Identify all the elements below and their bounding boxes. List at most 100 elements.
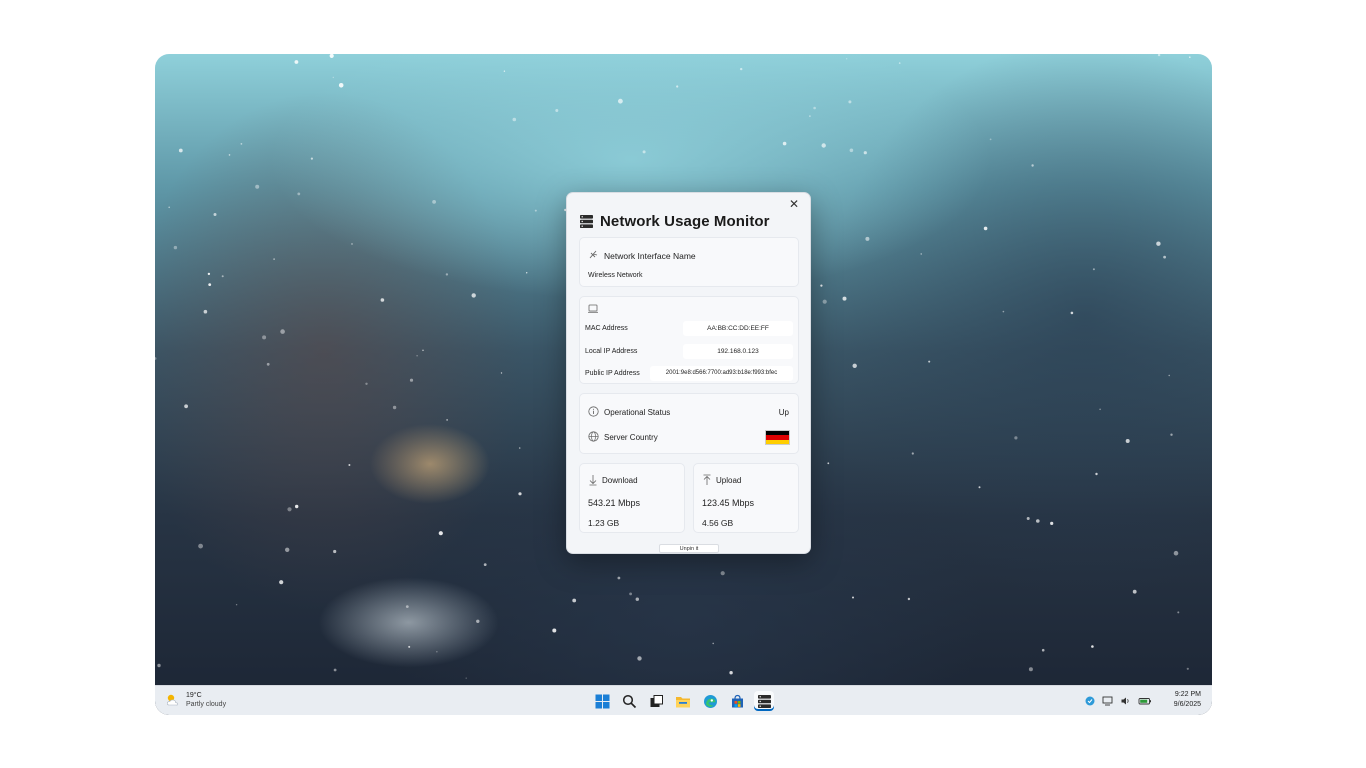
snowflake [416,355,418,357]
snowflake [820,284,823,287]
snowflake [432,200,436,204]
snowflake [221,275,224,278]
clock[interactable]: 9:22 PM 9/6/2025 [1174,690,1201,710]
window-title: Network Usage Monitor [600,213,770,230]
snowflake [503,70,506,72]
snowflake [392,405,397,410]
snowflake [1091,645,1094,648]
info-icon [588,406,599,417]
arrow-down-icon [589,475,597,486]
snowflake [297,192,301,196]
snowflake [1189,56,1191,58]
snowflake [280,329,285,334]
network-icon[interactable] [1102,695,1114,707]
snowflake [1125,439,1130,443]
network-monitor-button[interactable] [754,691,774,711]
snowflake [852,596,854,599]
download-rate: 543.21 Mbps [588,498,641,508]
snowflake [173,245,178,250]
start-button[interactable] [592,691,612,711]
snowflake [338,83,344,88]
snowflake [262,335,267,340]
taskbar: 19°C Partly cloudy 9:22 PM 9/6/2025 [155,685,1212,715]
snowflake [422,349,424,352]
snowflake [617,576,621,580]
snowflake [203,309,208,314]
window-title-bar: Network Usage Monitor [579,213,770,230]
snowflake [813,106,816,110]
snowflake [1002,310,1005,313]
snowflake [676,85,679,88]
globe-icon [588,431,599,442]
search-icon [622,694,636,708]
snowflake [911,452,914,455]
snowflake [1168,374,1170,377]
snowflake [1186,667,1189,670]
taskbar-apps [592,691,774,711]
snowflake [348,464,351,466]
snowflake [809,115,811,117]
snowflake [178,148,183,153]
volume-icon[interactable] [1120,695,1132,707]
security-icon[interactable] [1084,695,1096,707]
snowflake [729,671,733,675]
operational-status-label: Operational Status [604,408,671,417]
snowflake [476,619,480,623]
snowflake [852,363,857,368]
battery-icon[interactable] [1138,695,1152,707]
address-card: MAC Address AA:BB:CC:DD:EE:FF Local IP A… [579,296,799,384]
snowflake [635,597,639,601]
status-card: Operational Status Up Server Country [579,393,799,454]
snowflake [821,143,826,148]
snowflake [1036,519,1040,523]
snowflake [1041,648,1045,652]
search-button[interactable] [619,691,639,711]
snowflake [266,362,270,366]
snowflake [978,486,981,489]
snowflake [863,151,867,155]
antenna-icon [589,250,598,259]
snowflake [273,258,275,260]
snowflake [1014,436,1018,440]
snowflake [1028,667,1033,672]
snowflake [552,628,557,633]
snowflake [712,642,714,645]
partly-cloudy-icon [166,694,179,706]
task-view-button[interactable] [646,691,666,711]
close-button[interactable]: ✕ [786,196,802,212]
snowflake [907,597,911,601]
snowflake [208,283,212,286]
snowflake [213,213,217,216]
server-icon [580,215,593,228]
snowflake [240,143,243,145]
snowflake [207,272,211,276]
snowflake [555,109,559,112]
file-explorer-button[interactable] [673,691,693,711]
snowflake [848,100,852,104]
edge-button[interactable] [700,691,720,711]
network-usage-monitor-window: ✕ Network Usage Monitor Network Interfac… [566,192,811,554]
weather-widget[interactable]: 19°C Partly cloudy [165,691,226,709]
snowflake [1177,611,1180,614]
snowflake [1170,433,1173,436]
snowflake [329,54,334,58]
snowflake [405,605,409,608]
snowflake [526,272,528,274]
public-ip-value: 2001:9e8:d566:7700:ad93:b18e:f993:bfec [650,366,793,381]
snowflake [295,504,299,509]
snowflake [1163,255,1166,259]
snowflake [642,150,646,154]
snowflake [1092,268,1095,271]
snowflake [228,154,231,156]
store-button[interactable] [727,691,747,711]
local-ip-label: Local IP Address [585,348,638,355]
snowflake [1156,241,1161,246]
snowflake [849,148,854,153]
server-country-label: Server Country [604,433,658,442]
snowflake [1173,550,1179,556]
snowflake [572,598,577,603]
unpin-button[interactable]: Unpin it [659,544,719,553]
snowflake [235,604,238,606]
snowflake [822,299,827,304]
snowflake [184,404,188,409]
